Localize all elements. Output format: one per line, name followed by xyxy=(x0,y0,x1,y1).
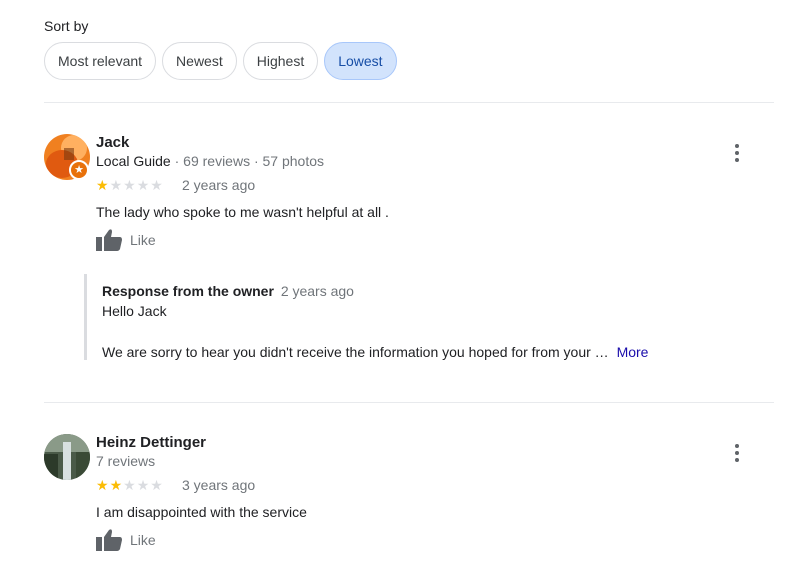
owner-response-date: 2 years ago xyxy=(280,283,354,299)
local-guide-label: Local Guide xyxy=(96,153,171,169)
avatar[interactable] xyxy=(44,434,90,480)
sort-lowest-chip[interactable]: Lowest xyxy=(324,42,397,80)
review-date: 2 years ago xyxy=(182,177,256,193)
review-text: I am disappointed with the service xyxy=(96,504,307,520)
star-icon: ★ xyxy=(150,477,163,493)
rating-stars: ★ ★ ★ ★ ★ xyxy=(96,177,163,193)
review-card: Heinz Dettinger 7 reviews ★ ★ ★ ★ ★ 3 ye… xyxy=(44,434,774,569)
star-icon: ★ xyxy=(136,477,150,493)
sort-newest-chip[interactable]: Newest xyxy=(162,42,237,80)
owner-response: Response from the owner 2 years ago Hell… xyxy=(84,274,724,360)
more-options-icon[interactable] xyxy=(730,444,744,462)
rating-stars: ★ ★ ★ ★ ★ xyxy=(96,477,163,493)
reviewer-meta: Local Guide · 69 reviews · 57 photos xyxy=(96,153,324,169)
star-icon: ★ xyxy=(123,477,136,493)
divider xyxy=(44,102,774,103)
like-label: Like xyxy=(130,232,156,248)
owner-response-greeting: Hello Jack xyxy=(102,303,167,319)
like-button[interactable]: Like xyxy=(96,229,156,251)
owner-response-text: We are sorry to hear you didn't receive … xyxy=(102,344,609,360)
review-text: The lady who spoke to me wasn't helpful … xyxy=(96,204,389,220)
local-guide-badge-icon: ★ xyxy=(69,160,89,180)
star-icon: ★ xyxy=(109,177,123,193)
thumbs-up-icon xyxy=(96,529,122,551)
sort-highest-chip[interactable]: Highest xyxy=(242,42,319,80)
sort-chips: Most relevant Newest Highest Lowest xyxy=(44,42,397,80)
star-icon: ★ xyxy=(150,177,163,193)
sort-label: Sort by xyxy=(44,18,89,34)
star-icon: ★ xyxy=(109,477,123,493)
thumbs-up-icon xyxy=(96,229,122,251)
owner-response-header: Response from the owner 2 years ago xyxy=(102,283,354,299)
more-link[interactable]: More xyxy=(617,344,649,360)
review-card: ★ Jack Local Guide · 69 reviews · 57 pho… xyxy=(44,134,774,374)
review-date: 3 years ago xyxy=(182,477,256,493)
owner-response-body: We are sorry to hear you didn't receive … xyxy=(102,344,648,360)
sort-most-relevant-chip[interactable]: Most relevant xyxy=(44,42,157,80)
reviewer-name[interactable]: Jack xyxy=(96,134,129,151)
star-icon: ★ xyxy=(123,177,136,193)
review-counts: · 69 reviews · 57 photos xyxy=(174,153,325,169)
like-label: Like xyxy=(130,532,156,548)
star-icon: ★ xyxy=(136,177,150,193)
owner-response-title: Response from the owner xyxy=(102,283,274,299)
like-button[interactable]: Like xyxy=(96,529,156,551)
divider xyxy=(44,402,774,403)
reviewer-name[interactable]: Heinz Dettinger xyxy=(96,434,206,451)
more-options-icon[interactable] xyxy=(730,144,744,162)
star-icon: ★ xyxy=(96,177,109,193)
star-icon: ★ xyxy=(96,477,109,493)
reviewer-meta: 7 reviews xyxy=(96,453,156,469)
